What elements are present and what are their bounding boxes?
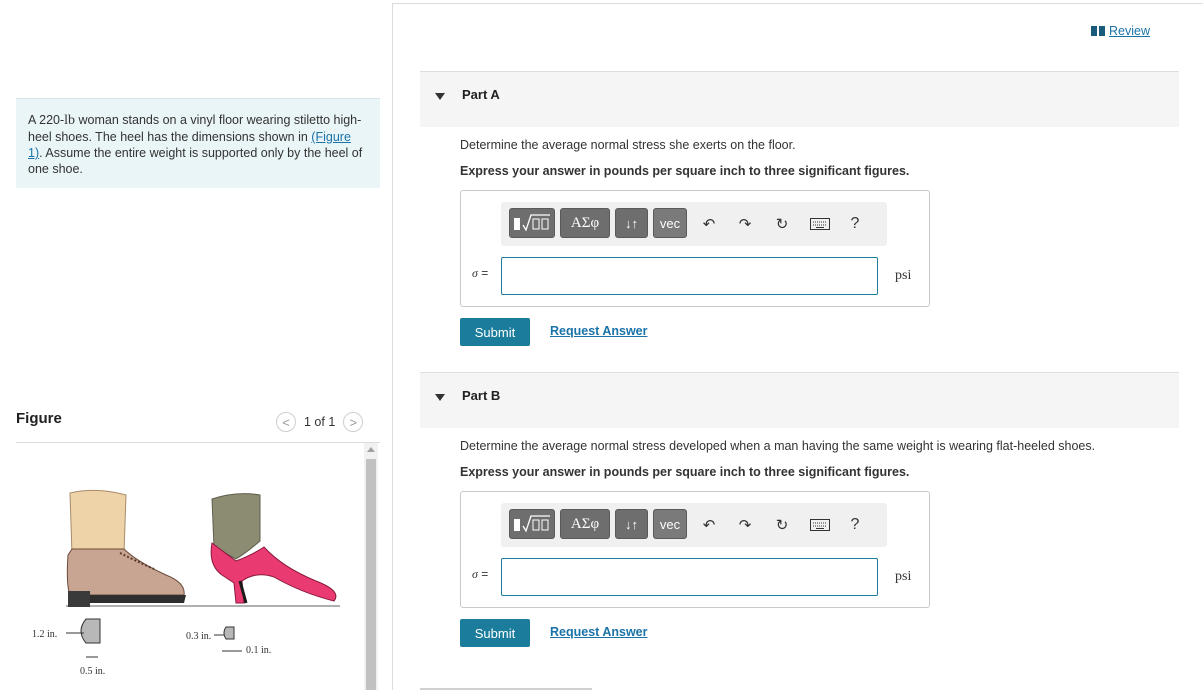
heel-2-profile	[223, 626, 235, 640]
leg-1-shape	[69, 489, 127, 556]
oxford-shoe-shape	[66, 548, 185, 596]
collapse-triangle-icon[interactable]	[435, 394, 445, 401]
figure-scrollbar[interactable]	[364, 443, 378, 690]
figure-image: 1.2 in. 0.5 in. 0.3 in. 0.1 in.	[16, 443, 364, 690]
next-figure-button[interactable]: >	[343, 412, 364, 432]
heel-2-width-label: 0.1 in.	[246, 645, 272, 656]
part-a-submit-button[interactable]: Submit	[460, 318, 530, 346]
templates-button[interactable]	[509, 509, 555, 539]
templates-button[interactable]	[509, 208, 555, 238]
redo-icon[interactable]: ↷	[734, 514, 756, 536]
scrollbar-thumb[interactable]	[366, 459, 376, 690]
greek-symbols-button[interactable]: ΑΣφ	[560, 509, 610, 539]
prev-figure-button[interactable]: <	[276, 412, 296, 432]
keyboard-icon[interactable]	[809, 213, 831, 235]
undo-icon[interactable]: ↶	[698, 514, 720, 536]
top-rule	[393, 3, 1203, 4]
part-b-unit: psi	[895, 569, 912, 584]
problem-statement: A 220-lb woman stands on a vinyl floor w…	[16, 98, 380, 188]
part-a-math-toolbar: ΑΣφ ↓↑ vec ↶ ↷ ↻ ?	[501, 202, 887, 246]
part-a-unit: psi	[895, 268, 912, 283]
review-link[interactable]: Review	[1109, 24, 1150, 38]
heel-2-height-label: 0.3 in.	[186, 631, 212, 642]
vector-button[interactable]: vec	[653, 509, 687, 539]
shoes-illustration	[66, 489, 340, 658]
redo-icon[interactable]: ↷	[734, 213, 756, 235]
part-b-symbol-label: σ =	[472, 567, 488, 582]
part-a-label: Part A	[462, 87, 500, 102]
collapse-triangle-icon[interactable]	[435, 93, 445, 100]
part-b-answer-box: ΑΣφ ↓↑ vec ↶ ↷ ↻ ? σ = psi	[460, 491, 930, 608]
part-a-equals: =	[477, 266, 489, 280]
scroll-up-arrow-icon[interactable]	[367, 447, 375, 452]
part-b-question: Determine the average normal stress deve…	[460, 439, 1096, 453]
part-a-question: Determine the average normal stress she …	[460, 138, 796, 152]
arrows-button[interactable]: ↓↑	[615, 509, 648, 539]
part-b-label: Part B	[462, 388, 501, 403]
part-b-instruction: Express your answer in pounds per square…	[460, 465, 910, 479]
problem-text-before: A 220-	[28, 113, 65, 127]
templates-icon	[514, 515, 550, 533]
part-b-answer-input[interactable]	[501, 558, 878, 596]
heel-1-width-label: 0.5 in.	[80, 666, 106, 677]
part-a-header[interactable]: Part A	[420, 71, 1179, 127]
figure-pager: < 1 of 1 >	[276, 412, 364, 432]
arrows-button[interactable]: ↓↑	[615, 208, 648, 238]
heel-1-height-label: 1.2 in.	[32, 629, 58, 640]
templates-icon	[514, 214, 550, 232]
book-icon	[1091, 26, 1105, 36]
part-a-instruction: Express your answer in pounds per square…	[460, 164, 910, 178]
figure-page-count: 1 of 1	[304, 415, 336, 429]
part-b-request-answer-link[interactable]: Request Answer	[550, 625, 647, 639]
weight-unit: lb	[64, 113, 76, 128]
greek-symbols-button[interactable]: ΑΣφ	[560, 208, 610, 238]
part-b-header[interactable]: Part B	[420, 372, 1179, 428]
keyboard-icon[interactable]	[809, 514, 831, 536]
part-b-math-toolbar: ΑΣφ ↓↑ vec ↶ ↷ ↻ ?	[501, 503, 887, 547]
problem-text-after: . Assume the entire weight is supported …	[28, 146, 363, 176]
part-b-submit-button[interactable]: Submit	[460, 619, 530, 647]
vector-button[interactable]: vec	[653, 208, 687, 238]
part-a-answer-input[interactable]	[501, 257, 878, 295]
help-icon[interactable]: ?	[844, 514, 866, 536]
undo-icon[interactable]: ↶	[698, 213, 720, 235]
reset-icon[interactable]: ↻	[771, 213, 793, 235]
part-a-symbol-label: σ =	[472, 266, 488, 281]
heel-1-profile	[80, 618, 101, 644]
part-b-equals: =	[477, 567, 489, 581]
column-divider	[392, 3, 393, 690]
review-link-group[interactable]: Review	[1091, 24, 1150, 38]
oxford-heel-shape	[68, 591, 90, 607]
part-a-answer-box: ΑΣφ ↓↑ vec ↶ ↷ ↻ ? σ = psi	[460, 190, 930, 307]
help-icon[interactable]: ?	[844, 213, 866, 235]
figure-title: Figure	[16, 410, 62, 427]
reset-icon[interactable]: ↻	[771, 514, 793, 536]
part-a-request-answer-link[interactable]: Request Answer	[550, 324, 647, 338]
